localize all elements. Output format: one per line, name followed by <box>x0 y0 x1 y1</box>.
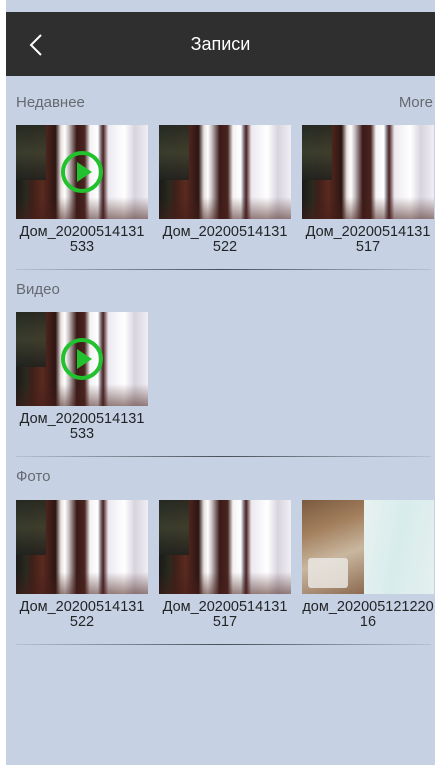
section-title-video: Видео <box>16 281 60 298</box>
section-title-recent: Недавнее <box>16 94 85 111</box>
item-caption: Дом_20200514131533 <box>19 411 145 442</box>
photo-thumbnail <box>159 125 291 219</box>
photo-thumbnail <box>16 500 148 594</box>
page-title: Записи <box>190 34 251 54</box>
play-icon <box>61 151 103 193</box>
item-caption: Дом_20200514131522 <box>19 599 145 630</box>
more-link[interactable]: More <box>399 94 433 111</box>
photo-thumbnail <box>302 500 434 594</box>
video-thumbnail <box>16 125 148 219</box>
recordings-screen: Записи Недавнее More Дом_20200514131533 … <box>6 0 435 765</box>
photo-thumbnail <box>302 125 434 219</box>
recent-item-3[interactable]: Дом_20200514131517 <box>302 125 434 255</box>
video-item-1[interactable]: Дом_20200514131533 <box>16 312 148 442</box>
header-bar: Записи <box>6 12 435 76</box>
item-caption: Дом_20200514131533 <box>19 224 145 255</box>
section-divider <box>16 644 431 645</box>
item-caption: Дом_20200514131517 <box>305 224 431 255</box>
section-divider <box>16 456 431 457</box>
item-caption: Дом_20200514131522 <box>162 224 288 255</box>
item-caption: дом_20200512122016 <box>302 599 434 630</box>
video-thumbnail <box>16 312 148 406</box>
photo-item-3[interactable]: дом_20200512122016 <box>302 500 434 630</box>
photo-item-2[interactable]: Дом_20200514131517 <box>159 500 291 630</box>
section-title-photo: Фото <box>16 468 51 485</box>
recent-item-2[interactable]: Дом_20200514131522 <box>159 125 291 255</box>
recent-item-1[interactable]: Дом_20200514131533 <box>16 125 148 255</box>
photo-thumbnail <box>159 500 291 594</box>
item-caption: Дом_20200514131517 <box>162 599 288 630</box>
section-divider <box>16 269 431 270</box>
play-icon <box>61 338 103 380</box>
photo-item-1[interactable]: Дом_20200514131522 <box>16 500 148 630</box>
